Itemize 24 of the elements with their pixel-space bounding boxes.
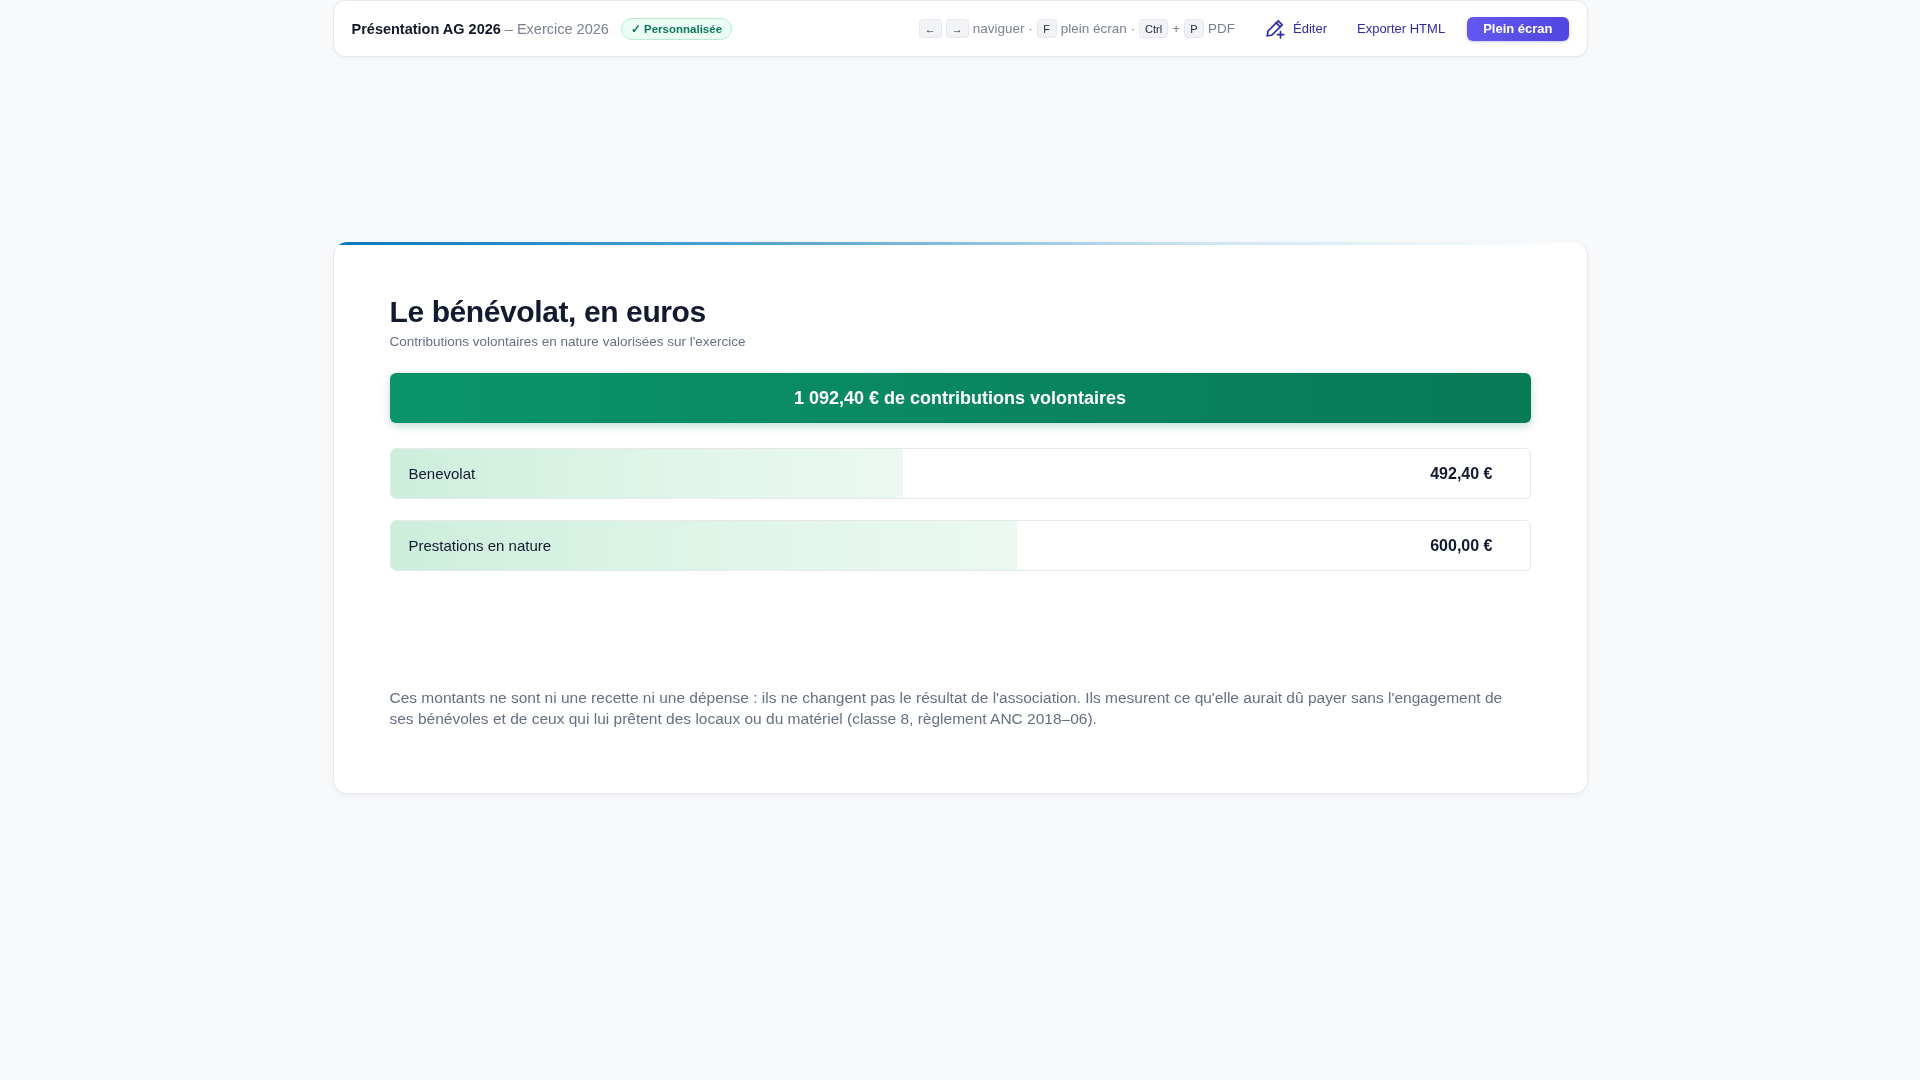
amount-value: 600,00 € xyxy=(1430,536,1493,555)
status-badge: ✓ Personnalisée xyxy=(620,17,733,40)
shortcut-hint: + xyxy=(1172,21,1180,36)
slide-title: Le bénévolat, en euros xyxy=(389,294,706,330)
shortcut-hint: naviguer · xyxy=(972,21,1033,36)
keyboard-key: → xyxy=(945,19,969,38)
total-banner: 1 092,40 € de contributions volontaires xyxy=(389,373,1531,423)
keyboard-key: P xyxy=(1184,19,1204,38)
keyboard-key: ← xyxy=(918,19,942,38)
shortcut-hint: plein écran · xyxy=(1060,21,1135,36)
amount-label: Benevolat xyxy=(408,465,476,482)
shortcut-hint: PDF xyxy=(1208,21,1235,36)
presentation-title: Présentation AG 2026 xyxy=(351,20,501,37)
note-paragraph: Ces montants ne sont ni une recette ni une dépense : ils ne changent pas le résultat de l'association. Ils mesurent ce qu'elle aurait dû payer sans l'engagement de ses bénévoles et de ceux qui lui prêtent des locaux ou du matériel (classe 8, règlement ANC 2018–06). xyxy=(389,688,1504,729)
fullscreen-button[interactable]: Plein écran xyxy=(1467,16,1569,41)
export-link-button[interactable]: Exporter HTML xyxy=(1349,16,1454,41)
presentation-subtitle: – Exercice 2026 xyxy=(504,20,609,37)
amount-label: Prestations en nature xyxy=(408,537,552,554)
pen-plus-icon xyxy=(1265,18,1285,39)
slide-subtitle: Contributions volontaires en nature valorisées sur l'exercice xyxy=(389,333,746,351)
edit-button[interactable]: Éditer xyxy=(1257,13,1335,44)
keyboard-key: F xyxy=(1036,19,1057,38)
amount-value: 492,40 € xyxy=(1430,464,1493,483)
keyboard-key: Ctrl xyxy=(1139,19,1169,38)
